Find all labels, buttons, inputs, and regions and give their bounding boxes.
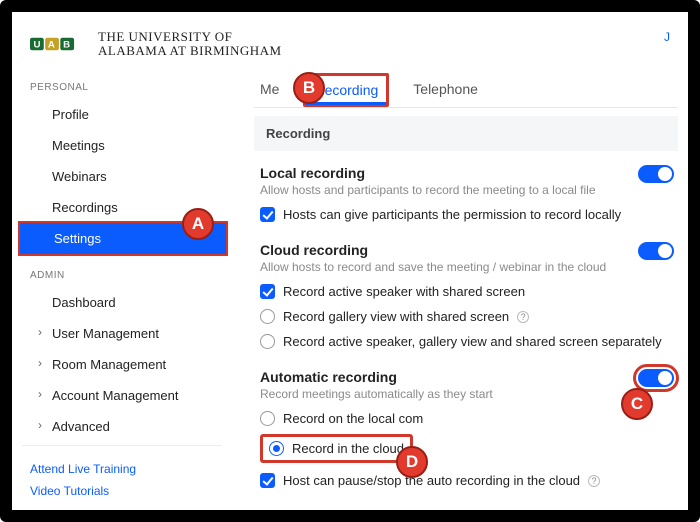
header-join-link[interactable]: J [664, 30, 670, 44]
svg-text:B: B [63, 39, 70, 50]
checkbox-icon[interactable] [260, 207, 275, 222]
info-icon[interactable]: ? [517, 311, 529, 323]
cloud-recording-title: Cloud recording [260, 242, 672, 258]
link-attend-training[interactable]: Attend Live Training [22, 458, 222, 480]
opt-hosts-grant-permission[interactable]: Hosts can give participants the permissi… [260, 207, 672, 222]
toggle-automatic-recording[interactable] [638, 369, 674, 387]
opt-label: Record gallery view with shared screen [283, 309, 509, 324]
toggle-cloud-recording[interactable] [638, 242, 674, 260]
svg-text:U: U [33, 39, 40, 50]
sidebar: PERSONAL Profile Meetings Webinars Recor… [18, 82, 228, 442]
opt-label: Record on the local com [283, 411, 423, 426]
radio-icon[interactable] [260, 309, 275, 324]
opt-label: Record in the cloud [292, 441, 404, 456]
automatic-recording-title: Automatic recording [260, 369, 672, 385]
sidebar-item-dashboard[interactable]: Dashboard [18, 287, 228, 318]
opt-record-in-cloud[interactable]: Record in the cloud [260, 434, 413, 463]
tab-recording[interactable]: Recording [303, 73, 389, 107]
tab-meeting[interactable]: Me [258, 71, 281, 107]
sidebar-item-settings[interactable]: Settings [18, 221, 228, 256]
org-name: THE UNIVERSITY OF ALABAMA AT BIRMINGHAM [98, 30, 282, 57]
radio-icon[interactable] [260, 334, 275, 349]
sidebar-section-admin: ADMIN [18, 270, 228, 287]
tab-telephone[interactable]: Telephone [411, 71, 480, 107]
opt-record-separately[interactable]: Record active speaker, gallery view and … [260, 334, 672, 349]
sidebar-item-webinars[interactable]: Webinars [18, 161, 228, 192]
cloud-recording-desc: Allow hosts to record and save the meeti… [260, 260, 672, 274]
group-automatic-recording: Automatic recording Record meetings auto… [254, 355, 678, 494]
local-recording-desc: Allow hosts and participants to record t… [260, 183, 672, 197]
uab-logo: U A B [30, 30, 92, 58]
radio-icon[interactable] [260, 411, 275, 426]
sidebar-help-links: Attend Live Training Video Tutorials [22, 445, 222, 502]
opt-label: Record active speaker, gallery view and … [283, 334, 662, 349]
section-header-recording: Recording [254, 116, 678, 151]
main-panel: Me Recording Telephone Recording Local r… [242, 68, 688, 510]
settings-tabs: Me Recording Telephone [254, 68, 678, 108]
sidebar-item-account-management[interactable]: Account Management [18, 380, 228, 411]
group-cloud-recording: Cloud recording Allow hosts to record an… [254, 228, 678, 355]
org-name-line1: THE UNIVERSITY OF [98, 30, 282, 44]
checkbox-icon[interactable] [260, 284, 275, 299]
automatic-recording-desc: Record meetings automatically as they st… [260, 387, 672, 401]
sidebar-item-profile[interactable]: Profile [18, 99, 228, 130]
opt-label: Host can pause/stop the auto recording i… [283, 473, 580, 488]
checkbox-icon[interactable] [260, 473, 275, 488]
sidebar-item-advanced[interactable]: Advanced [18, 411, 228, 442]
opt-record-active-speaker[interactable]: Record active speaker with shared screen [260, 284, 672, 299]
opt-record-gallery-view[interactable]: Record gallery view with shared screen ? [260, 309, 672, 324]
group-local-recording: Local recording Allow hosts and particip… [254, 151, 678, 228]
org-name-line2: ALABAMA AT BIRMINGHAM [98, 44, 282, 58]
sidebar-item-recordings[interactable]: Recordings [18, 192, 228, 223]
radio-icon[interactable] [269, 441, 284, 456]
org-header: U A B THE UNIVERSITY OF ALABAMA AT BIRMI… [30, 30, 282, 58]
sidebar-item-room-management[interactable]: Room Management [18, 349, 228, 380]
opt-label: Record active speaker with shared screen [283, 284, 525, 299]
opt-label: Hosts can give participants the permissi… [283, 207, 621, 222]
link-video-tutorials[interactable]: Video Tutorials [22, 480, 222, 502]
local-recording-title: Local recording [260, 165, 672, 181]
info-icon[interactable]: ? [588, 475, 600, 487]
opt-record-local-computer[interactable]: Record on the local com [260, 411, 672, 426]
sidebar-item-meetings[interactable]: Meetings [18, 130, 228, 161]
opt-host-pause-stop[interactable]: Host can pause/stop the auto recording i… [260, 473, 672, 488]
app-frame: U A B THE UNIVERSITY OF ALABAMA AT BIRMI… [0, 0, 700, 522]
svg-text:A: A [48, 39, 55, 50]
toggle-local-recording[interactable] [638, 165, 674, 183]
sidebar-section-personal: PERSONAL [18, 82, 228, 99]
sidebar-item-user-management[interactable]: User Management [18, 318, 228, 349]
